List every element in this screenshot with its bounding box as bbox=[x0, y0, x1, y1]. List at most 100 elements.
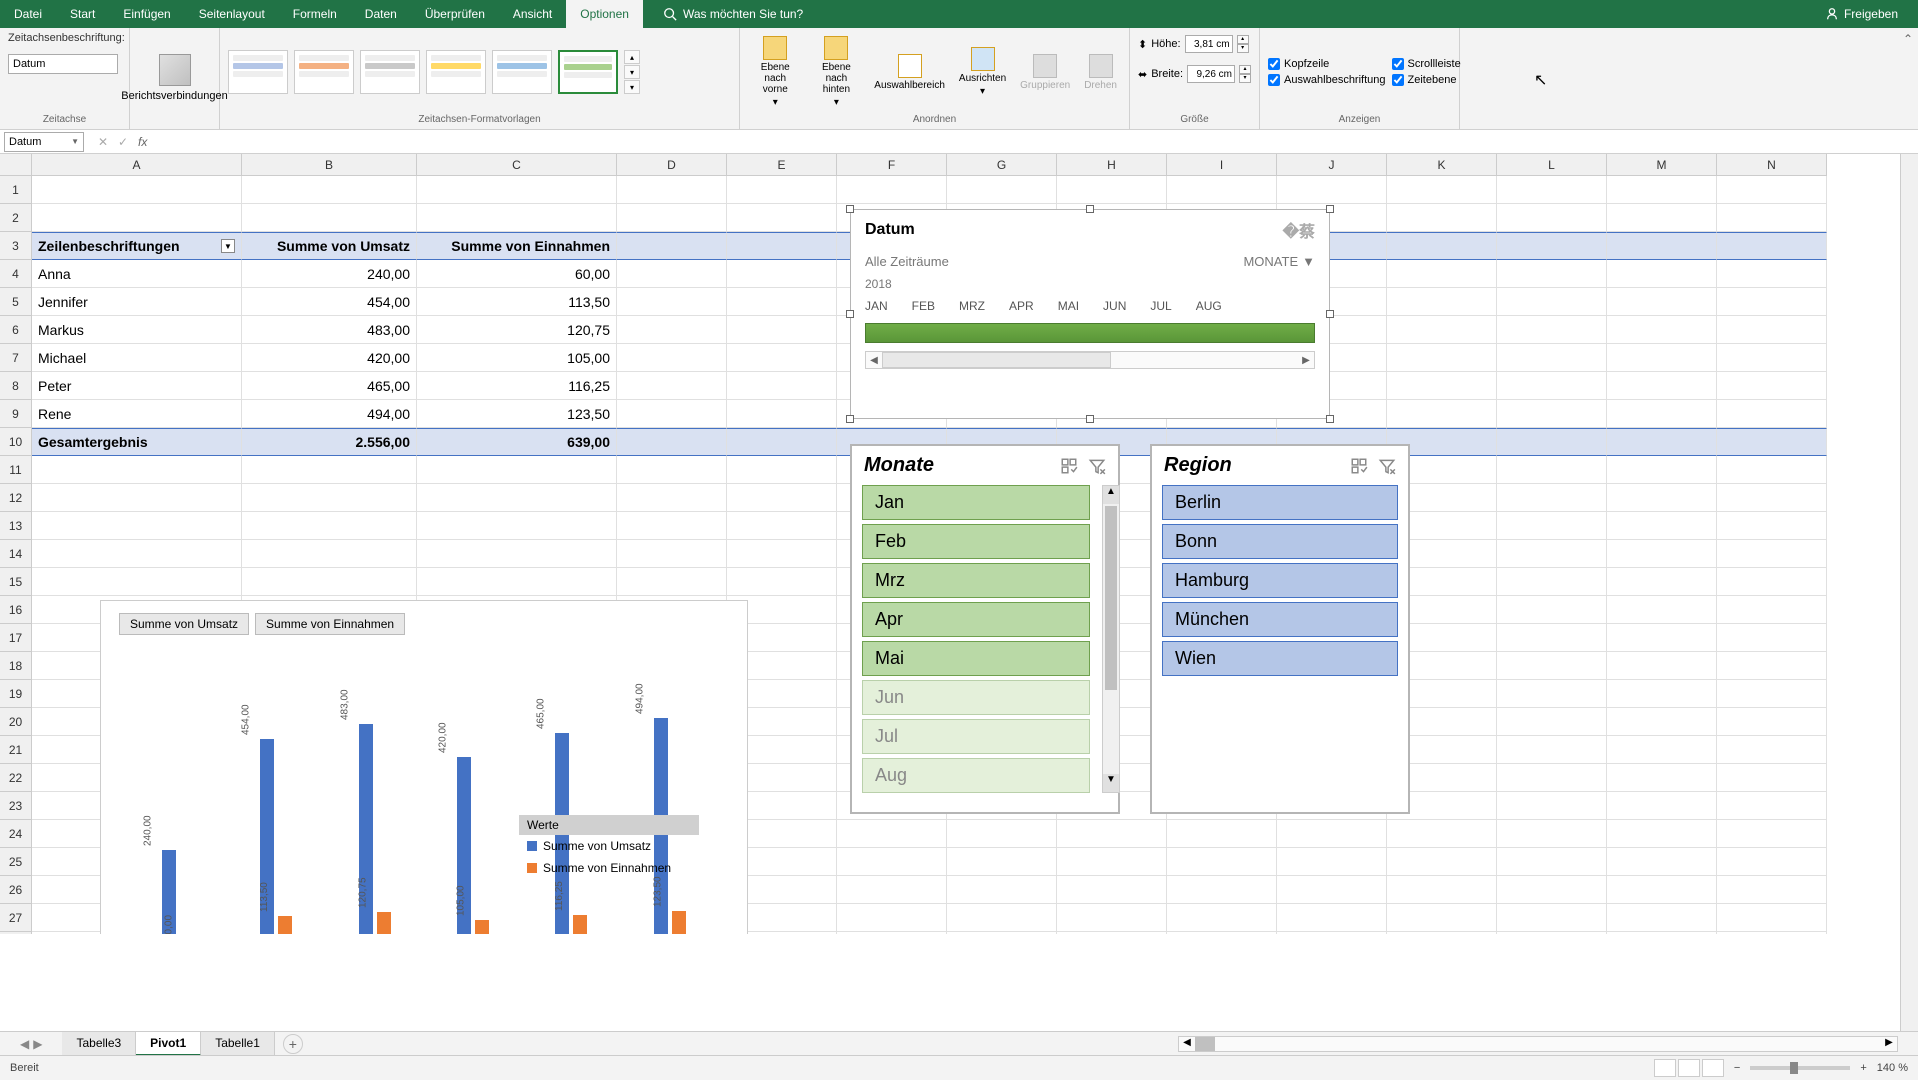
cell[interactable] bbox=[417, 512, 617, 540]
row-header-6[interactable]: 6 bbox=[0, 316, 32, 344]
row-header-27[interactable]: 27 bbox=[0, 904, 32, 932]
row-header-22[interactable]: 22 bbox=[0, 764, 32, 792]
cancel-formula-button[interactable]: ✕ bbox=[94, 135, 112, 149]
cell[interactable] bbox=[1607, 792, 1717, 820]
cell[interactable] bbox=[1717, 820, 1827, 848]
row-header-21[interactable]: 21 bbox=[0, 736, 32, 764]
cell[interactable] bbox=[1607, 428, 1717, 456]
cell[interactable]: Anna bbox=[32, 260, 242, 288]
row-header-20[interactable]: 20 bbox=[0, 708, 32, 736]
slicer-item-apr[interactable]: Apr bbox=[862, 602, 1090, 637]
cell[interactable] bbox=[1607, 372, 1717, 400]
col-header-H[interactable]: H bbox=[1057, 154, 1167, 176]
cell[interactable] bbox=[1497, 456, 1607, 484]
cell[interactable] bbox=[1497, 568, 1607, 596]
cell[interactable]: 123,50 bbox=[417, 400, 617, 428]
cell[interactable] bbox=[617, 428, 727, 456]
cell[interactable] bbox=[1607, 400, 1717, 428]
timeline-scrollbar[interactable]: ◀ ▶ bbox=[865, 351, 1315, 369]
cell[interactable] bbox=[1607, 344, 1717, 372]
share-button[interactable]: Freigeben bbox=[1825, 7, 1898, 21]
cell[interactable] bbox=[727, 176, 837, 204]
cell[interactable] bbox=[1387, 260, 1497, 288]
timeline-month[interactable]: MAI bbox=[1058, 299, 1079, 313]
cell[interactable] bbox=[1497, 652, 1607, 680]
cell[interactable]: 120,75 bbox=[417, 316, 617, 344]
timeline-month[interactable]: MRZ bbox=[959, 299, 985, 313]
timeline-styles-gallery[interactable]: ▴▾▾ bbox=[228, 32, 731, 112]
zoom-slider[interactable] bbox=[1750, 1066, 1850, 1070]
col-header-I[interactable]: I bbox=[1167, 154, 1277, 176]
menu-tab-daten[interactable]: Daten bbox=[351, 0, 411, 28]
sheet-nav[interactable]: ◀▶ bbox=[0, 1037, 62, 1051]
cell[interactable] bbox=[1717, 848, 1827, 876]
cell[interactable] bbox=[1607, 232, 1717, 260]
cell[interactable]: Gesamtergebnis bbox=[32, 428, 242, 456]
cell[interactable] bbox=[617, 400, 727, 428]
col-header-M[interactable]: M bbox=[1607, 154, 1717, 176]
timeline-month[interactable]: JAN bbox=[865, 299, 888, 313]
timeline-month[interactable]: AUG bbox=[1196, 299, 1222, 313]
cell[interactable] bbox=[617, 484, 727, 512]
cell[interactable] bbox=[1497, 904, 1607, 932]
timeline-style-2[interactable] bbox=[294, 50, 354, 94]
vertical-scrollbar[interactable] bbox=[1900, 154, 1918, 1031]
cell[interactable] bbox=[1387, 400, 1497, 428]
cell[interactable] bbox=[1607, 820, 1717, 848]
timeline-month[interactable]: APR bbox=[1009, 299, 1034, 313]
cell[interactable] bbox=[727, 288, 837, 316]
scroll-right-button[interactable]: ▶ bbox=[1298, 355, 1314, 366]
cell[interactable]: 494,00 bbox=[242, 400, 417, 428]
bar[interactable]: 120,75 bbox=[377, 912, 391, 934]
cell[interactable] bbox=[32, 540, 242, 568]
cell[interactable] bbox=[1717, 792, 1827, 820]
row-header-8[interactable]: 8 bbox=[0, 372, 32, 400]
cell[interactable] bbox=[417, 204, 617, 232]
menu-tab-formeln[interactable]: Formeln bbox=[279, 0, 351, 28]
cell[interactable] bbox=[947, 848, 1057, 876]
cell[interactable] bbox=[242, 540, 417, 568]
zoom-level[interactable]: 140 % bbox=[1877, 1062, 1908, 1074]
cell[interactable] bbox=[242, 176, 417, 204]
cell[interactable] bbox=[1607, 680, 1717, 708]
cell[interactable] bbox=[1497, 484, 1607, 512]
cell[interactable] bbox=[1717, 512, 1827, 540]
cell[interactable] bbox=[617, 540, 727, 568]
cell[interactable] bbox=[1497, 344, 1607, 372]
col-header-C[interactable]: C bbox=[417, 154, 617, 176]
send-backward-button[interactable]: Ebene nach hinten▾ bbox=[809, 34, 865, 110]
cell[interactable] bbox=[727, 456, 837, 484]
cell[interactable] bbox=[1497, 764, 1607, 792]
cell[interactable] bbox=[1497, 820, 1607, 848]
cell[interactable]: 60,00 bbox=[417, 260, 617, 288]
cell[interactable] bbox=[417, 568, 617, 596]
cell[interactable] bbox=[1387, 876, 1497, 904]
cell[interactable] bbox=[1497, 624, 1607, 652]
cell[interactable] bbox=[1387, 848, 1497, 876]
cell[interactable] bbox=[1387, 344, 1497, 372]
cell[interactable] bbox=[1717, 372, 1827, 400]
cell[interactable] bbox=[1167, 848, 1277, 876]
clear-filter-icon[interactable] bbox=[1088, 457, 1106, 475]
cell[interactable] bbox=[1277, 820, 1387, 848]
cell[interactable] bbox=[617, 568, 727, 596]
row-header-4[interactable]: 4 bbox=[0, 260, 32, 288]
cell[interactable]: 454,00 bbox=[242, 288, 417, 316]
chart-field-button[interactable]: Summe von Umsatz bbox=[119, 613, 249, 635]
cell[interactable] bbox=[417, 176, 617, 204]
cell[interactable] bbox=[617, 288, 727, 316]
cell[interactable] bbox=[947, 820, 1057, 848]
cell[interactable] bbox=[727, 428, 837, 456]
bring-forward-button[interactable]: Ebene nach vorne▾ bbox=[748, 34, 803, 110]
col-header-K[interactable]: K bbox=[1387, 154, 1497, 176]
cell[interactable]: Rene bbox=[32, 400, 242, 428]
cell[interactable] bbox=[1607, 512, 1717, 540]
chart-field-button[interactable]: Summe von Einnahmen bbox=[255, 613, 405, 635]
cell[interactable] bbox=[1717, 428, 1827, 456]
row-header-28[interactable]: 28 bbox=[0, 932, 32, 934]
sheet-tab-pivot1[interactable]: Pivot1 bbox=[136, 1032, 201, 1056]
cell[interactable] bbox=[617, 372, 727, 400]
cell[interactable] bbox=[1387, 316, 1497, 344]
gallery-down[interactable]: ▾ bbox=[624, 65, 640, 79]
cell[interactable] bbox=[1717, 932, 1827, 934]
